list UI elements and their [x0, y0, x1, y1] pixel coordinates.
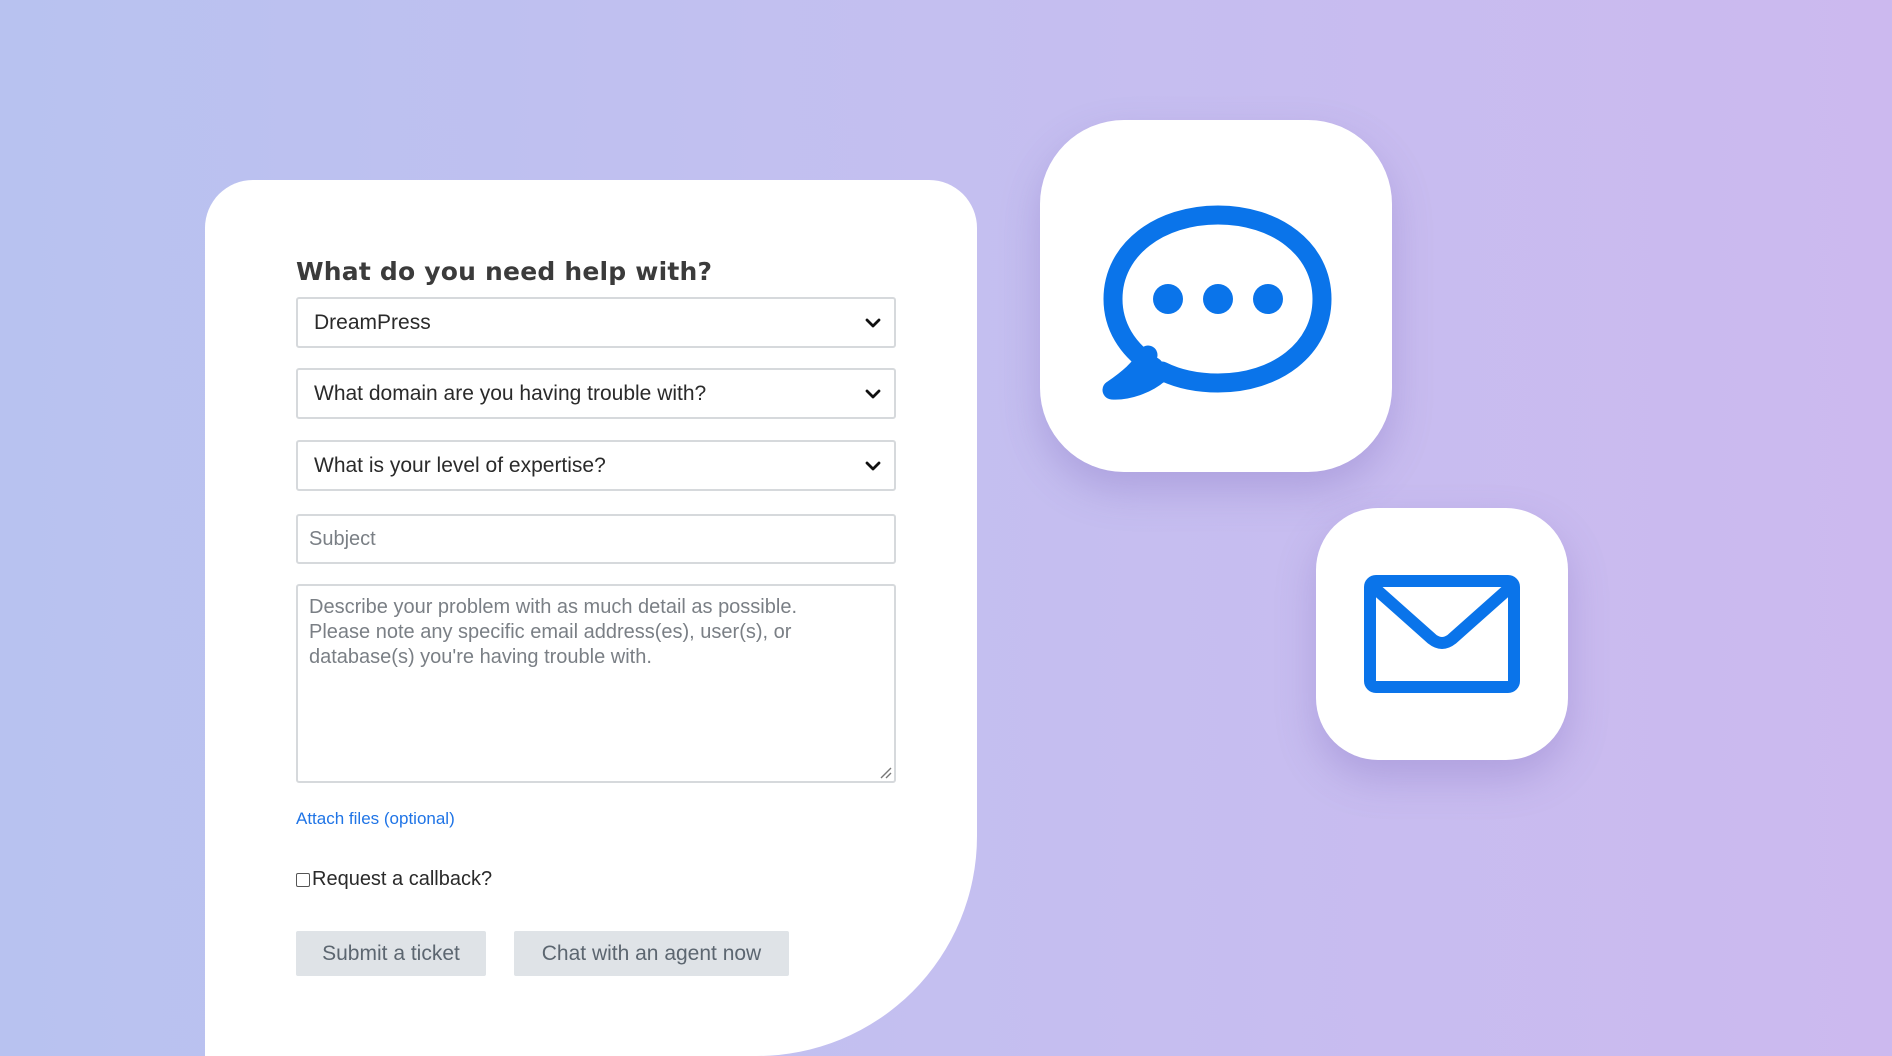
form-title: What do you need help with?: [296, 257, 713, 286]
resize-handle-icon[interactable]: [878, 765, 892, 779]
expertise-select-value: What is your level of expertise?: [314, 453, 606, 477]
description-placeholder-line: Describe your problem with as much detai…: [309, 596, 797, 618]
chevron-down-icon: [862, 383, 884, 405]
domain-select[interactable]: What domain are you having trouble with?: [296, 368, 896, 419]
mail-app-tile: [1316, 508, 1568, 760]
attach-files-link[interactable]: Attach files (optional): [296, 809, 455, 829]
support-form-card: What do you need help with? DreamPress W…: [205, 180, 977, 1056]
chevron-down-icon: [862, 312, 884, 334]
description-textarea[interactable]: Describe your problem with as much detai…: [296, 584, 896, 783]
envelope-icon: [1364, 575, 1520, 693]
chat-agent-button[interactable]: Chat with an agent now: [514, 931, 789, 976]
expertise-select[interactable]: What is your level of expertise?: [296, 440, 896, 491]
subject-input[interactable]: Subject: [296, 514, 896, 564]
callback-label: Request a callback?: [312, 868, 493, 890]
description-placeholder-line: Please note any specific email address(e…: [309, 621, 792, 643]
chat-app-tile: [1040, 120, 1392, 472]
callback-checkbox[interactable]: [296, 872, 310, 887]
product-select-value: DreamPress: [314, 310, 431, 334]
callback-option: Request a callback?: [296, 868, 492, 891]
domain-select-value: What domain are you having trouble with?: [314, 381, 707, 405]
chat-bubble-icon: [1102, 205, 1332, 400]
subject-placeholder: Subject: [309, 527, 376, 550]
submit-ticket-button[interactable]: Submit a ticket: [296, 931, 486, 976]
chevron-down-icon: [862, 455, 884, 477]
product-select[interactable]: DreamPress: [296, 297, 896, 348]
description-placeholder-line: database(s) you're having trouble with.: [309, 646, 652, 668]
